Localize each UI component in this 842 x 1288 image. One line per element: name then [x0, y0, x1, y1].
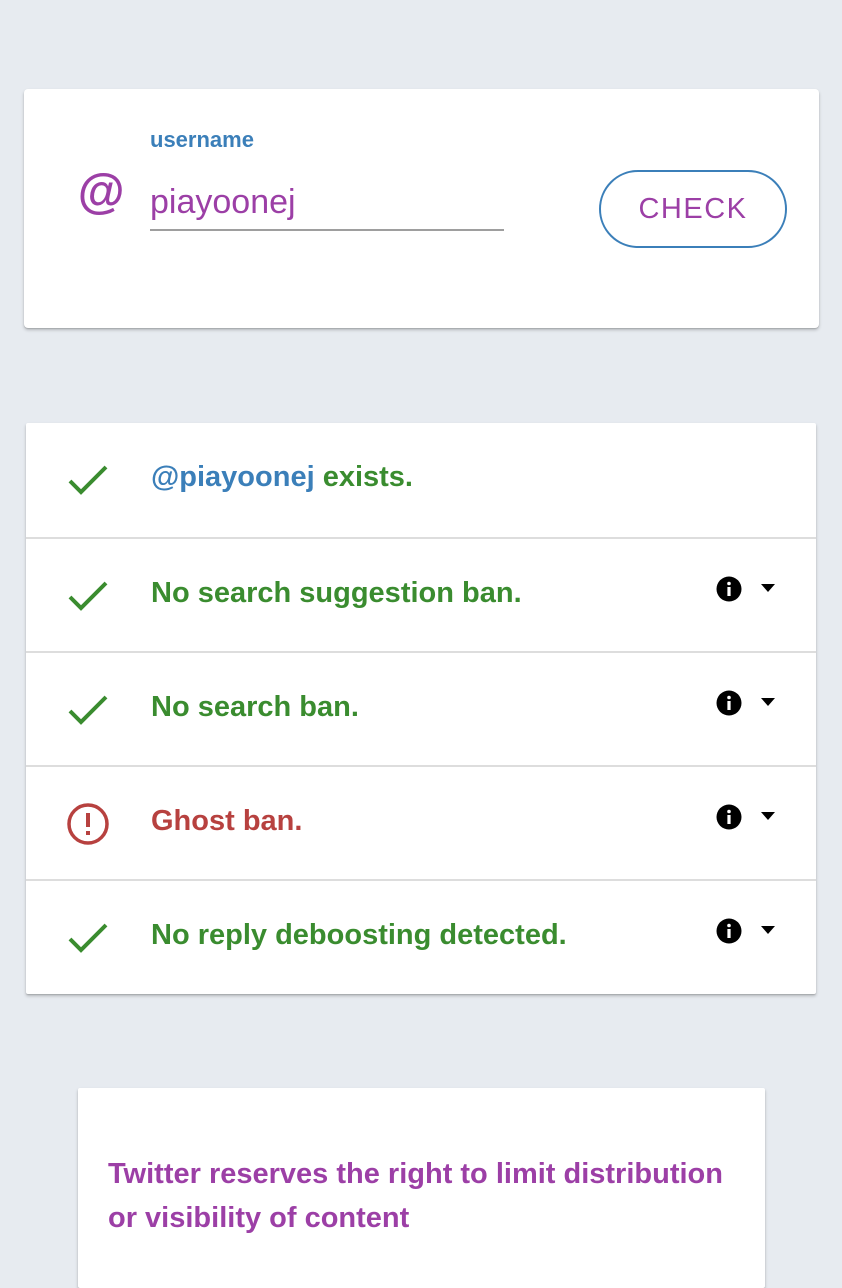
result-text: @piayoonej exists. — [151, 461, 413, 494]
check-icon — [68, 923, 108, 953]
exists-text: exists. — [314, 461, 413, 493]
results-card: @piayoonej exists. No search suggestion … — [26, 423, 816, 994]
result-row-exists: @piayoonej exists. — [26, 423, 816, 537]
alert-circle-icon — [67, 803, 109, 845]
dropdown-arrow-icon[interactable] — [761, 812, 775, 820]
result-row-search-suggestion-ban: No search suggestion ban. — [26, 537, 816, 651]
dropdown-arrow-icon[interactable] — [761, 698, 775, 706]
at-sign-icon: @ — [77, 166, 124, 219]
info-icon[interactable] — [716, 690, 742, 716]
username-handle: @piayoonej — [151, 461, 315, 493]
result-row-search-ban: No search ban. — [26, 651, 816, 765]
notice-card: Twitter reserves the right to limit dist… — [78, 1088, 765, 1288]
check-icon — [68, 465, 108, 495]
result-text: No search suggestion ban. — [151, 577, 522, 609]
username-input[interactable] — [150, 175, 504, 231]
check-button[interactable]: CHECK — [599, 170, 787, 248]
info-icon[interactable] — [716, 918, 742, 944]
result-text: No search ban. — [151, 691, 359, 723]
dropdown-arrow-icon[interactable] — [761, 584, 775, 592]
info-icon[interactable] — [716, 804, 742, 830]
username-search-card: @ username CHECK — [24, 89, 819, 328]
check-icon — [68, 695, 108, 725]
dropdown-arrow-icon[interactable] — [761, 926, 775, 934]
result-row-ghost-ban: Ghost ban. — [26, 765, 816, 879]
notice-text: Twitter reserves the right to limit dist… — [108, 1158, 723, 1234]
result-text: No reply deboosting detected. — [151, 919, 567, 951]
check-icon — [68, 581, 108, 611]
result-row-reply-deboosting: No reply deboosting detected. — [26, 879, 816, 993]
info-icon[interactable] — [716, 576, 742, 602]
username-label: username — [150, 127, 254, 152]
result-text: Ghost ban. — [151, 805, 303, 837]
